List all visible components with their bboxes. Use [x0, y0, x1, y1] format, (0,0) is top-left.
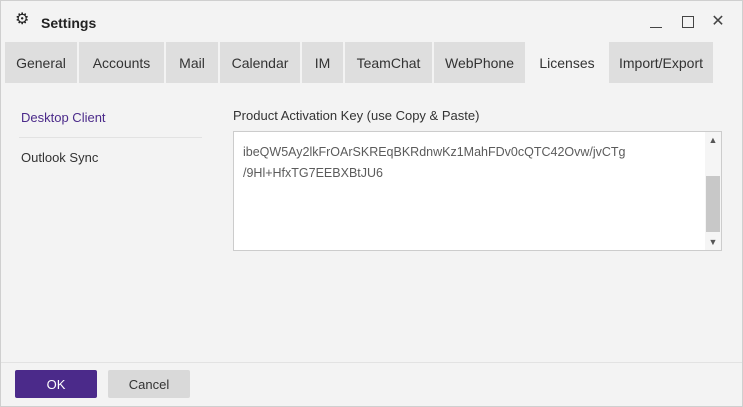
chevron-up-icon: ▲ — [708, 135, 718, 145]
tab-accounts[interactable]: Accounts — [79, 42, 166, 83]
chevron-down-icon: ▼ — [708, 237, 718, 247]
tab-calendar[interactable]: Calendar — [220, 42, 302, 83]
vertical-scrollbar[interactable]: ▲ ▼ — [705, 132, 721, 250]
tab-bar: General Accounts Mail Calendar IM TeamCh… — [5, 42, 715, 83]
tab-mail[interactable]: Mail — [166, 42, 220, 83]
subnav-divider — [19, 137, 202, 138]
maximize-icon — [682, 16, 694, 28]
dialog-footer: OK Cancel — [1, 362, 742, 406]
scroll-thumb[interactable] — [706, 176, 720, 232]
minimize-icon — [650, 26, 662, 28]
tab-import-export[interactable]: Import/Export — [609, 42, 715, 83]
cancel-button[interactable]: Cancel — [108, 370, 190, 398]
title-bar: ⚙ Settings ✕ — [1, 1, 742, 41]
ok-button[interactable]: OK — [15, 370, 97, 398]
scroll-up-button[interactable]: ▲ — [705, 132, 721, 148]
activation-key-line-1: ibeQW5Ay2lkFrOArSKREqBKRdnwKz1MahFDv0cQT… — [243, 145, 626, 159]
activation-key-line-2: /9Hl+HfxTG7EEBXBtJU6 — [243, 166, 383, 180]
activation-key-textarea[interactable]: ibeQW5Ay2lkFrOArSKREqBKRdnwKz1MahFDv0cQT… — [233, 131, 722, 251]
close-icon: ✕ — [711, 13, 725, 30]
subnav-item-desktop-client[interactable]: Desktop Client — [21, 110, 106, 125]
scroll-down-button[interactable]: ▼ — [705, 234, 721, 250]
minimize-button[interactable] — [645, 11, 667, 33]
tab-teamchat[interactable]: TeamChat — [345, 42, 434, 83]
tab-general[interactable]: General — [5, 42, 79, 83]
licenses-panel: Desktop Client Outlook Sync Product Acti… — [5, 83, 740, 362]
settings-window: ⚙ Settings ✕ General Accounts Mail Calen… — [0, 0, 743, 407]
maximize-button[interactable] — [677, 11, 699, 33]
close-button[interactable]: ✕ — [707, 11, 729, 33]
tab-webphone[interactable]: WebPhone — [434, 42, 527, 83]
subnav-item-outlook-sync[interactable]: Outlook Sync — [21, 150, 98, 165]
activation-key-label: Product Activation Key (use Copy & Paste… — [233, 108, 480, 123]
window-title: Settings — [41, 15, 97, 31]
tab-im[interactable]: IM — [302, 42, 345, 83]
tab-licenses[interactable]: Licenses — [527, 42, 609, 83]
gear-icon: ⚙ — [15, 11, 30, 28]
activation-key-text: ibeQW5Ay2lkFrOArSKREqBKRdnwKz1MahFDv0cQT… — [243, 142, 698, 184]
